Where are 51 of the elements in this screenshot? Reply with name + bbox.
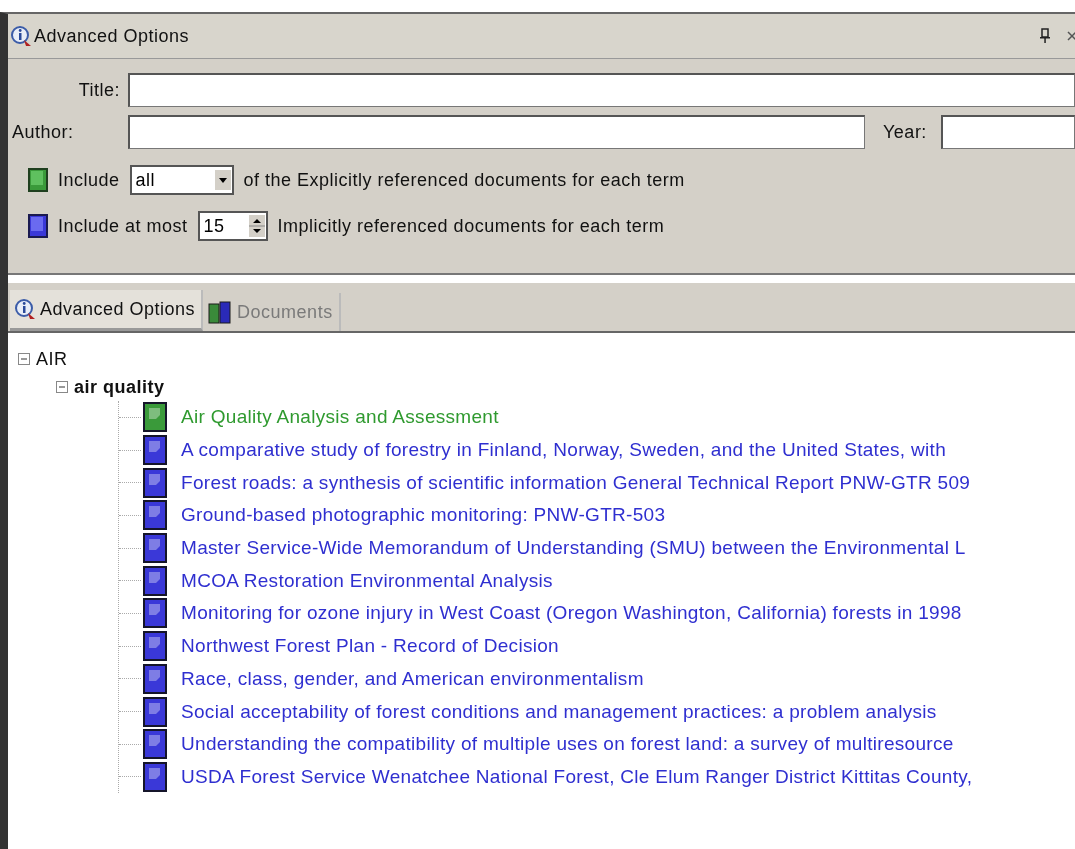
pin-icon[interactable] — [1039, 28, 1051, 44]
books-icon — [207, 300, 234, 324]
document-link[interactable]: Understanding the compatibility of multiple uses on forest land: a survey of multiresource — [181, 733, 954, 756]
document-link[interactable]: Monitoring for ozone injury in West Coast (Oregon Washington, California) forests in 1998 — [181, 602, 962, 625]
title-field[interactable] — [128, 73, 1075, 107]
document-icon — [143, 631, 167, 662]
document-icon — [143, 761, 167, 792]
year-field[interactable] — [940, 115, 1075, 149]
tab[interactable]: Advanced Options — [10, 290, 204, 331]
field-label: Author: — [12, 121, 75, 143]
document-link[interactable]: Forest roads: a synthesis of scientific information General Technical Report PNW-GTR 509 — [181, 471, 971, 494]
spin-arrows-icon — [248, 215, 265, 237]
option-text: Include at most — [58, 215, 188, 237]
document-icon — [143, 402, 167, 433]
document-link[interactable]: Air Quality Analysis and Assessment — [181, 406, 499, 429]
count-dropdown[interactable]: all — [129, 165, 234, 195]
collapse-icon[interactable] — [56, 381, 68, 393]
document-icon — [143, 435, 167, 466]
document-link[interactable]: Race, class, gender, and American environmentalism — [181, 667, 644, 690]
document-icon — [143, 467, 167, 498]
option-text: Implicitly referenced documents for each term — [277, 215, 665, 237]
tree-node[interactable]: AIR — [36, 348, 68, 370]
document-icon — [143, 533, 167, 564]
tree-node[interactable]: air quality — [74, 376, 165, 398]
author-field[interactable] — [128, 115, 865, 149]
caret-icon — [214, 170, 231, 190]
document-icon — [143, 729, 167, 760]
info-icon — [10, 25, 32, 47]
document-icon — [143, 565, 167, 596]
document-link[interactable]: A comparative study of forestry in Finland, Norway, Sweden, and the United States, with — [181, 439, 946, 462]
document-link[interactable]: Northwest Forest Plan - Record of Decision — [181, 635, 559, 658]
count-spinner[interactable]: 15 — [197, 211, 268, 241]
field-label: Title: — [77, 79, 121, 101]
info-icon — [14, 298, 36, 320]
document-icon — [143, 500, 167, 531]
document-link[interactable]: Ground-based photographic monitoring: PNW-GTR-503 — [181, 504, 666, 527]
document-icon — [143, 696, 167, 727]
option-text: of the Explicitly referenced documents for each term — [243, 169, 685, 191]
close-icon[interactable] — [1067, 29, 1075, 43]
collapse-icon[interactable] — [18, 353, 30, 365]
panel-title: Advanced Options — [34, 25, 190, 47]
document-icon — [143, 598, 167, 629]
option-text: Include — [58, 169, 120, 191]
document-icon — [28, 168, 48, 192]
document-link[interactable]: Social acceptability of forest conditions and management practices: a problem analysis — [181, 700, 937, 723]
document-icon — [28, 214, 48, 238]
document-link[interactable]: Master Service-Wide Memorandum of Understanding (SMU) between the Environmental L — [181, 537, 966, 560]
document-link[interactable]: USDA Forest Service Wenatchee National Forest, Cle Elum Ranger District Kittitas County, — [181, 765, 973, 788]
field-label: Year: — [883, 121, 927, 143]
document-link[interactable]: MCOA Restoration Environmental Analysis — [181, 569, 553, 592]
document-icon — [143, 663, 167, 694]
